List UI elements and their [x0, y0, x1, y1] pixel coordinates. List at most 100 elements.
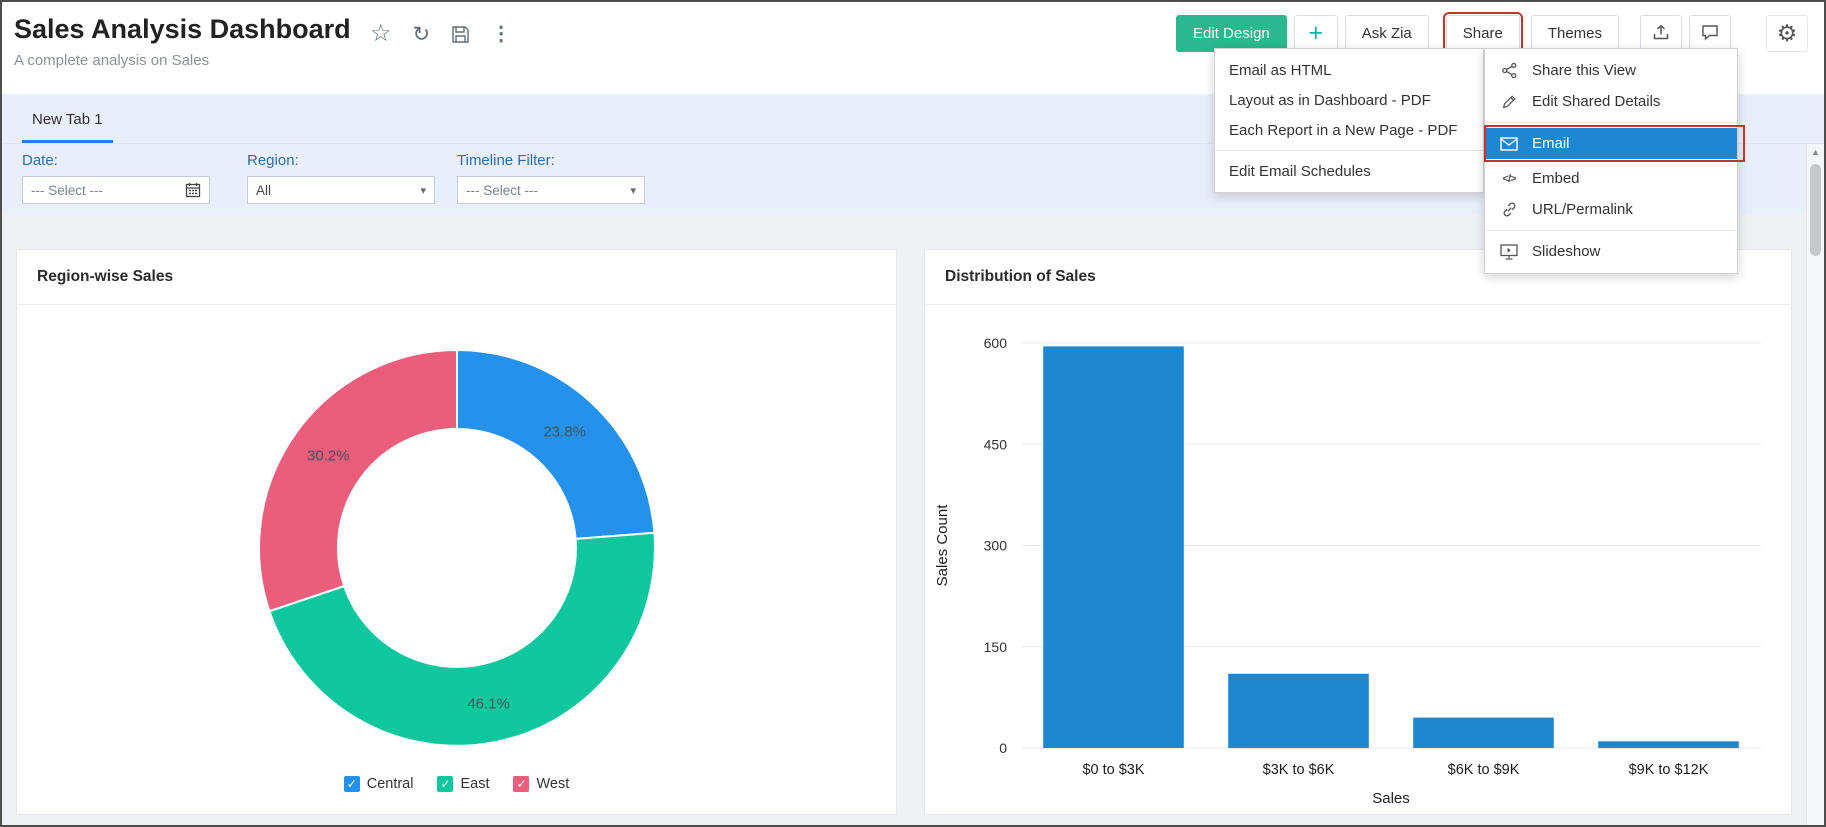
svg-text:150: 150: [984, 639, 1008, 655]
legend-item-west[interactable]: ✓ West: [513, 776, 569, 792]
date-filter: Date: --- Select ---: [22, 152, 210, 204]
share-menu: Share this View Edit Shared Details Emai…: [1484, 48, 1738, 274]
export-button[interactable]: [1640, 15, 1682, 52]
timeline-filter-select[interactable]: --- Select --- ▾: [457, 176, 645, 204]
svg-text:300: 300: [984, 538, 1008, 554]
tab-label: New Tab 1: [32, 111, 103, 128]
settings-button[interactable]: ⚙: [1766, 15, 1808, 52]
svg-text:30.2%: 30.2%: [307, 448, 350, 465]
favorite-star-icon[interactable]: ☆: [370, 22, 392, 46]
date-filter-label: Date:: [22, 152, 210, 169]
scrollbar-thumb[interactable]: [1810, 164, 1821, 256]
menu-item-label: URL/Permalink: [1532, 201, 1633, 218]
more-options-icon[interactable]: ⋮: [491, 24, 511, 44]
svg-text:0: 0: [999, 740, 1007, 756]
date-filter-input[interactable]: --- Select ---: [22, 176, 210, 204]
menu-item-label: Email: [1532, 135, 1570, 152]
svg-text:450: 450: [984, 436, 1008, 452]
email-export-menu: Email as HTML Layout as in Dashboard - P…: [1214, 48, 1484, 193]
legend-checkbox[interactable]: ✓: [513, 776, 529, 792]
menu-item-email[interactable]: Email: [1485, 128, 1737, 159]
save-icon[interactable]: [451, 25, 470, 44]
legend-label: East: [460, 776, 489, 792]
region-filter-select[interactable]: All ▾: [247, 176, 435, 204]
refresh-icon[interactable]: ↻: [413, 24, 431, 45]
donut-chart-card: Region-wise Sales 23.8% 46.1% 30.2% ✓ Cent…: [16, 249, 897, 815]
chevron-down-icon: ▾: [630, 184, 636, 197]
share-nodes-icon: [1499, 62, 1519, 79]
comments-button[interactable]: [1689, 15, 1731, 52]
calendar-icon[interactable]: [185, 182, 201, 198]
region-filter: Region: All ▾: [247, 152, 435, 204]
pencil-icon: [1499, 94, 1519, 110]
share-button[interactable]: Share: [1446, 15, 1520, 52]
menu-item-email-as-html[interactable]: Email as HTML: [1215, 55, 1483, 85]
themes-button[interactable]: Themes: [1531, 15, 1619, 52]
menu-divider: [1485, 122, 1737, 123]
menu-item-label: Embed: [1532, 170, 1580, 187]
svg-text:600: 600: [984, 335, 1008, 351]
menu-item-each-report-in-a-new-page-pdf[interactable]: Each Report in a New Page - PDF: [1215, 115, 1483, 145]
header-toolbar: Edit Design + Ask Zia Share Themes: [1176, 15, 1808, 52]
app-window: Sales Analysis Dashboard A complete anal…: [0, 0, 1826, 827]
menu-divider: [1485, 230, 1737, 231]
legend-label: Central: [367, 776, 414, 792]
chevron-down-icon: ▾: [420, 184, 426, 197]
bar-chart: 0 150 300 450 600 $0 to $3K $3K to $6K $6K to $…: [925, 305, 1791, 814]
vertical-scrollbar[interactable]: ▲: [1806, 144, 1824, 825]
highlight-annotation: [1484, 125, 1745, 162]
menu-item-label: Share this View: [1532, 62, 1636, 79]
dashboard-canvas: Region-wise Sales 23.8% 46.1% 30.2% ✓ Cent…: [2, 214, 1824, 825]
menu-item-edit-email-schedules[interactable]: Edit Email Schedules: [1215, 156, 1483, 186]
export-icon: [1652, 23, 1670, 45]
title-block: Sales Analysis Dashboard A complete anal…: [14, 14, 351, 69]
menu-item-slideshow[interactable]: Slideshow: [1485, 236, 1737, 267]
legend-checkbox[interactable]: ✓: [344, 776, 360, 792]
chart-title: Region-wise Sales: [17, 250, 896, 305]
region-filter-value: All: [256, 183, 271, 198]
svg-text:46.1%: 46.1%: [467, 695, 510, 712]
legend-item-central[interactable]: ✓ Central: [344, 776, 414, 792]
active-tab-indicator: [22, 140, 113, 143]
code-icon: </>: [1499, 173, 1519, 185]
date-filter-value: --- Select ---: [31, 183, 103, 198]
legend-label: West: [536, 776, 569, 792]
tab-new-tab-1[interactable]: New Tab 1: [16, 95, 119, 143]
slideshow-icon: [1499, 244, 1519, 260]
svg-text:Sales: Sales: [1372, 790, 1410, 807]
page-title: Sales Analysis Dashboard: [14, 14, 351, 45]
legend-checkbox[interactable]: ✓: [437, 776, 453, 792]
svg-text:$3K to $6K: $3K to $6K: [1263, 762, 1335, 778]
menu-item-embed[interactable]: </> Embed: [1485, 163, 1737, 194]
menu-item-edit-shared-details[interactable]: Edit Shared Details: [1485, 86, 1737, 117]
scroll-up-arrow[interactable]: ▲: [1807, 144, 1824, 160]
region-filter-label: Region:: [247, 152, 435, 169]
ask-zia-button[interactable]: Ask Zia: [1345, 15, 1429, 52]
donut-legend: ✓ Central ✓ East ✓ West: [17, 776, 896, 792]
gear-icon: ⚙: [1777, 20, 1798, 47]
add-tab-button[interactable]: +: [1294, 15, 1338, 52]
menu-divider: [1215, 150, 1483, 151]
timeline-filter: Timeline Filter: --- Select --- ▾: [457, 152, 645, 204]
bar-chart-card: Distribution of Sales 0150300450600$0 to…: [924, 249, 1792, 815]
timeline-filter-label: Timeline Filter:: [457, 152, 645, 169]
link-icon: [1499, 201, 1519, 218]
timeline-filter-value: --- Select ---: [466, 183, 538, 198]
menu-item-label: Edit Shared Details: [1532, 93, 1660, 110]
svg-text:23.8%: 23.8%: [543, 424, 586, 441]
menu-item-layout-as-in-dashboard-pdf[interactable]: Layout as in Dashboard - PDF: [1215, 85, 1483, 115]
comment-icon: [1701, 23, 1719, 45]
page-subtitle: A complete analysis on Sales: [14, 52, 351, 69]
donut-chart: 23.8% 46.1% 30.2%: [17, 305, 896, 814]
svg-text:$6K to $9K: $6K to $9K: [1448, 762, 1520, 778]
title-actions: ☆ ↻ ⋮: [370, 22, 511, 46]
svg-text:$9K to $12K: $9K to $12K: [1629, 762, 1709, 778]
svg-text:Sales Count: Sales Count: [934, 504, 951, 587]
menu-item-url-permalink[interactable]: URL/Permalink: [1485, 194, 1737, 225]
edit-design-button[interactable]: Edit Design: [1176, 15, 1287, 52]
svg-text:$0 to $3K: $0 to $3K: [1082, 762, 1144, 778]
menu-item-share-this-view[interactable]: Share this View: [1485, 55, 1737, 86]
envelope-icon: [1499, 137, 1519, 151]
menu-item-label: Slideshow: [1532, 243, 1600, 260]
legend-item-east[interactable]: ✓ East: [437, 776, 489, 792]
